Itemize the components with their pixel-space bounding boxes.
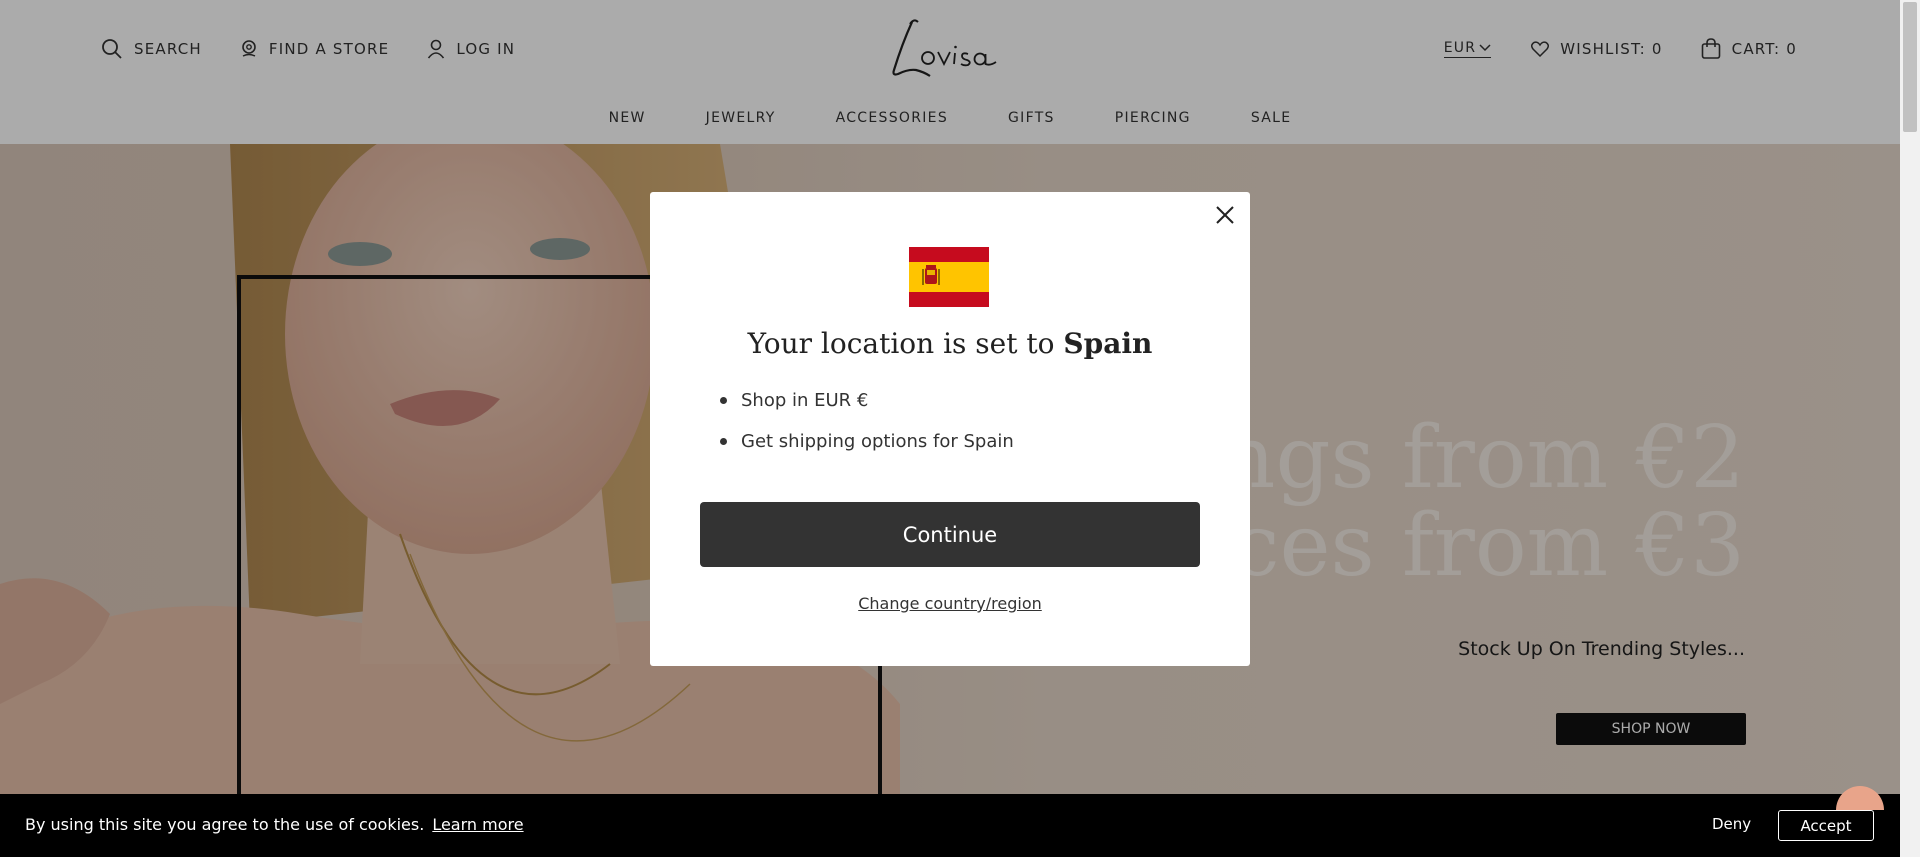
bullet-currency-text: Shop in EUR € [741,390,869,411]
cookie-banner: By using this site you agree to the use … [0,794,1900,857]
deny-cookies-button[interactable]: Deny [1712,815,1751,833]
location-modal: Your location is set to Spain Shop in EU… [650,192,1250,666]
learn-more-link[interactable]: Learn more [432,815,523,834]
bullet-dot [720,397,727,404]
change-country-link[interactable]: Change country/region [650,594,1250,613]
cookie-message: By using this site you agree to the use … [25,815,524,834]
modal-title: Your location is set to Spain [650,327,1250,360]
scrollbar-thumb[interactable] [1903,2,1917,132]
modal-title-prefix: Your location is set to [747,327,1064,360]
continue-button[interactable]: Continue [700,502,1200,567]
cookie-text: By using this site you agree to the use … [25,815,425,834]
bullet-dot [720,438,727,445]
accept-cookies-button[interactable]: Accept [1778,810,1874,841]
close-icon [1215,205,1235,225]
page-scrollbar[interactable] [1900,0,1920,857]
list-item: Shop in EUR € [720,390,1014,411]
modal-title-country: Spain [1063,327,1153,360]
spain-flag-icon [909,247,989,307]
list-item: Get shipping options for Spain [720,431,1014,452]
modal-bullet-list: Shop in EUR € Get shipping options for S… [720,390,1014,472]
bullet-shipping-text: Get shipping options for Spain [741,431,1014,452]
close-modal-button[interactable] [1210,200,1240,230]
